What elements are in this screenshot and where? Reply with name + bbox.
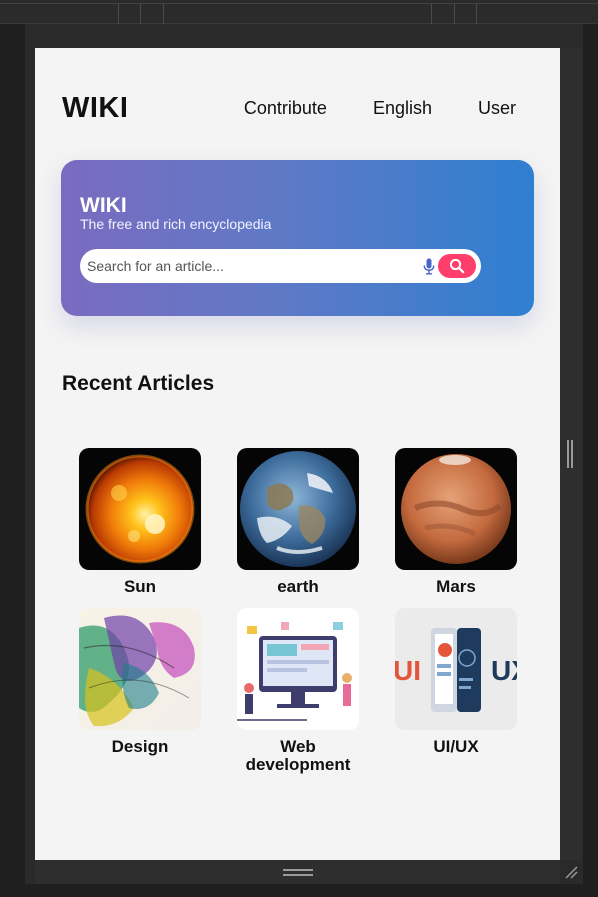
ui-ux-image: UI UX xyxy=(395,608,517,730)
toolbar-separator xyxy=(140,4,141,24)
top-navigation: WIKI Contribute English User xyxy=(62,88,516,128)
article-title: earth xyxy=(277,577,319,596)
article-card-design[interactable]: Design xyxy=(79,608,201,756)
article-card-ui-ux[interactable]: UI UX UI/UX xyxy=(395,608,517,756)
nav-link-language[interactable]: English xyxy=(373,98,432,119)
article-card-earth[interactable]: earth xyxy=(237,448,359,596)
toolbar-separator xyxy=(118,4,119,24)
sun-image xyxy=(79,448,201,570)
article-title: Mars xyxy=(436,577,476,596)
article-title: Design xyxy=(111,737,169,756)
microphone-icon[interactable] xyxy=(422,256,436,276)
hero-subtitle: The free and rich encyclopedia xyxy=(80,216,272,232)
svg-text:UI: UI xyxy=(395,655,421,686)
bottom-resize-handle[interactable] xyxy=(283,869,313,876)
search-button[interactable] xyxy=(438,254,476,278)
mars-image xyxy=(395,448,517,570)
editor-toolbar xyxy=(0,0,598,24)
search-bar xyxy=(80,249,481,283)
article-card-web-development[interactable]: Web development xyxy=(237,608,359,774)
site-logo[interactable]: WIKI xyxy=(62,92,128,125)
recent-articles-heading: Recent Articles xyxy=(62,372,215,395)
nav-link-user[interactable]: User xyxy=(478,98,516,119)
toolbar-divider xyxy=(0,3,598,4)
toolbar-separator xyxy=(431,4,432,24)
toolbar-separator xyxy=(454,4,455,24)
article-card-mars[interactable]: Mars xyxy=(395,448,517,596)
nav-link-contribute[interactable]: Contribute xyxy=(244,98,327,119)
search-icon xyxy=(449,258,465,274)
corner-resize-grip-icon[interactable] xyxy=(563,864,579,880)
nav-links: Contribute English User xyxy=(244,98,516,119)
design-image xyxy=(79,608,201,730)
article-title: UI/UX xyxy=(433,737,479,756)
svg-text:UX: UX xyxy=(491,655,517,686)
page-viewport: WIKI Contribute English User WIKI The fr… xyxy=(35,48,560,860)
web-development-image xyxy=(237,608,359,730)
toolbar-separator xyxy=(476,4,477,24)
hero-banner: WIKI The free and rich encyclopedia xyxy=(61,160,534,316)
article-title: Web development xyxy=(245,737,351,774)
article-title: Sun xyxy=(123,577,157,596)
earth-image xyxy=(237,448,359,570)
side-resize-handle[interactable] xyxy=(567,440,573,468)
search-input[interactable] xyxy=(80,249,422,283)
hero-title: WIKI xyxy=(80,194,127,217)
article-card-sun[interactable]: Sun xyxy=(79,448,201,596)
toolbar-separator xyxy=(163,4,164,24)
